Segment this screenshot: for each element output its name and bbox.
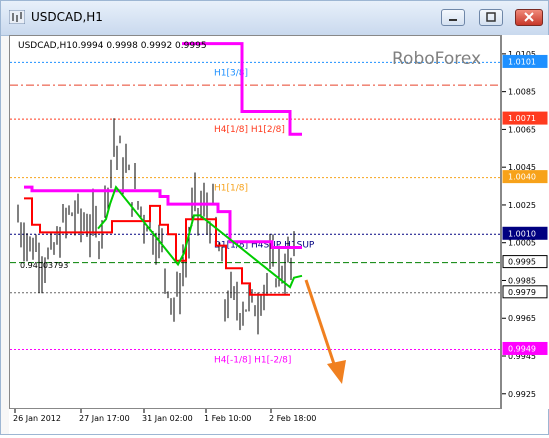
time-tick-label: 27 Jan 17:00 [79,414,130,423]
time-tick-label: 1 Feb 10:00 [204,414,251,423]
price-tick-label: 0.9925 [508,390,536,399]
price-tick-label: 0.9965 [508,314,536,323]
price-marker-label: 1.0071 [508,114,536,123]
price-marker-label: 0.9979 [508,288,536,297]
level-label: H1[1/8] [214,184,248,194]
chart-symbol: USDCAD,H1 [18,41,72,51]
time-axis[interactable]: 26 Jan 2012 27 Jan 17:00 31 Jan 02:00 1 Feb… [9,409,548,434]
price-tick-label: 1.0085 [508,88,536,97]
price-bars [17,118,295,335]
time-tick-label: 2 Feb 18:00 [269,414,316,423]
series-line [97,185,303,289]
close-icon [524,12,534,22]
chart-plot-area[interactable]: H1[3/8] H4[1/8] H1[2/8] H1[1/8] D1[1/8] H4S… [9,35,501,409]
title-bar[interactable]: USDCAD,H1 [1,1,548,36]
price-tick-label: 1.0005 [508,239,536,248]
minimize-icon [449,19,457,21]
time-tick-label: 31 Jan 02:00 [142,414,193,423]
price-tick-label: 1.0065 [508,125,536,134]
close-button[interactable] [515,9,543,26]
level-label: H4[1/8] H1[2/8] [214,125,285,135]
maximize-button[interactable] [479,9,503,26]
level-label: H4[-1/8] H1[-2/8] [214,355,291,365]
chart-ohlc: 0.9994 0.9998 0.9992 0.9995 [72,41,207,51]
watermark: RoboForex [392,49,481,69]
forecast-arrow-icon [304,279,346,384]
price-tick-label: 0.9985 [508,276,536,285]
chart-svg: H1[3/8]H4[1/8] H1[2/8]H1[1/8]D1[1/8] H4S… [10,41,500,384]
maximize-icon [486,12,496,22]
price-marker-label: 0.9949 [508,344,536,353]
chart-window: USDCAD,H1 H1[3/8] H4[1/8] H1[2/8] H1[1/8] D… [0,0,549,435]
price-axis[interactable]: 1.0105 1.0085 1.0065 1.0045 1.0025 1.0005 0.99… [501,35,549,409]
price-marker-label: 0.9995 [508,258,536,267]
time-tick-label: 26 Jan 2012 [13,414,61,423]
price-marker-label: 1.0101 [508,57,536,66]
time-axis-svg: 26 Jan 2012 27 Jan 17:00 31 Jan 02:00 1 Feb… [13,409,316,423]
price-axis-svg: 1.01051.00851.00651.00451.00251.00050.99… [502,50,548,399]
left-marker-label: 0.94003793 [20,261,68,270]
price-tick-label: 1.0025 [508,201,536,210]
price-marker-label: 1.0010 [508,229,536,238]
minimize-button[interactable] [441,9,465,26]
chart-icon [9,10,25,24]
window-title: USDCAD,H1 [31,10,103,24]
price-marker-label: 1.0040 [508,173,536,182]
series-line [182,42,302,136]
